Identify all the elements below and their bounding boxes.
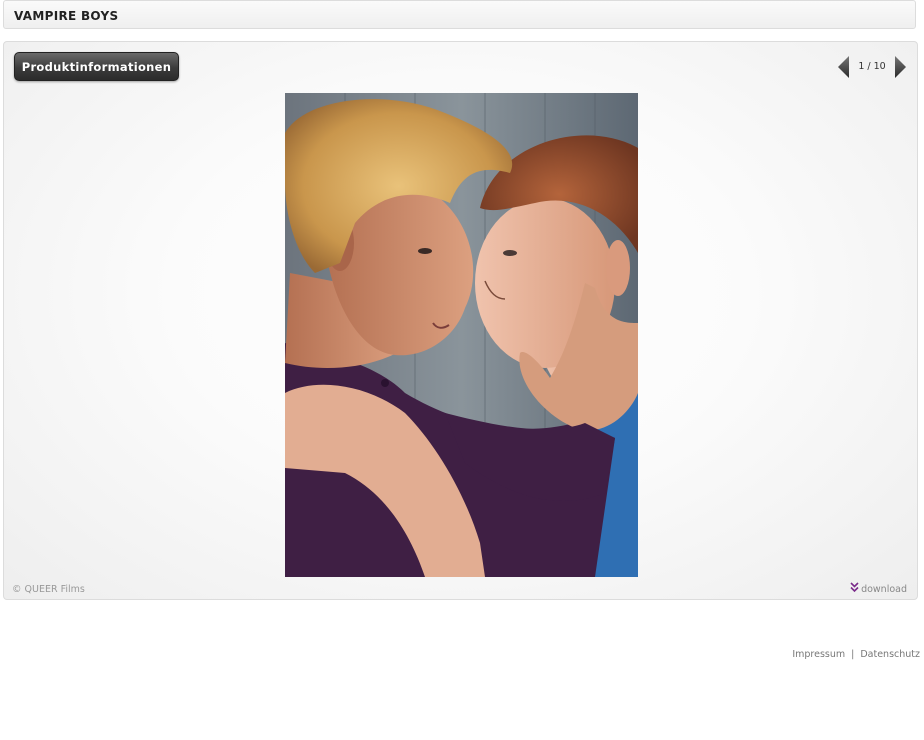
gallery-panel: Produktinformationen 1 / 10 © QUEER Film…: [3, 41, 918, 600]
page-counter: 1 / 10: [858, 61, 886, 72]
copyright-notice: © QUEER Films: [12, 584, 85, 595]
impressum-link[interactable]: Impressum: [792, 649, 845, 660]
download-link[interactable]: download: [850, 582, 907, 596]
page-title: VAMPIRE BOYS: [14, 9, 119, 23]
copyright-text: QUEER Films: [24, 584, 85, 595]
footer-separator: |: [851, 649, 855, 660]
gallery-photo[interactable]: [285, 93, 638, 577]
title-bar: VAMPIRE BOYS: [3, 0, 916, 29]
photo-illustration: [285, 93, 638, 577]
datenschutz-link[interactable]: Datenschutz: [860, 649, 920, 660]
next-arrow-icon[interactable]: [892, 55, 908, 79]
product-info-button[interactable]: Produktinformationen: [14, 52, 179, 81]
pager: 1 / 10: [836, 55, 908, 79]
previous-arrow-icon[interactable]: [836, 55, 852, 79]
footer: Impressum | Datenschutz: [792, 649, 920, 660]
double-chevron-down-icon: [850, 582, 859, 596]
copyright-symbol: ©: [12, 584, 22, 595]
download-label: download: [861, 583, 907, 595]
